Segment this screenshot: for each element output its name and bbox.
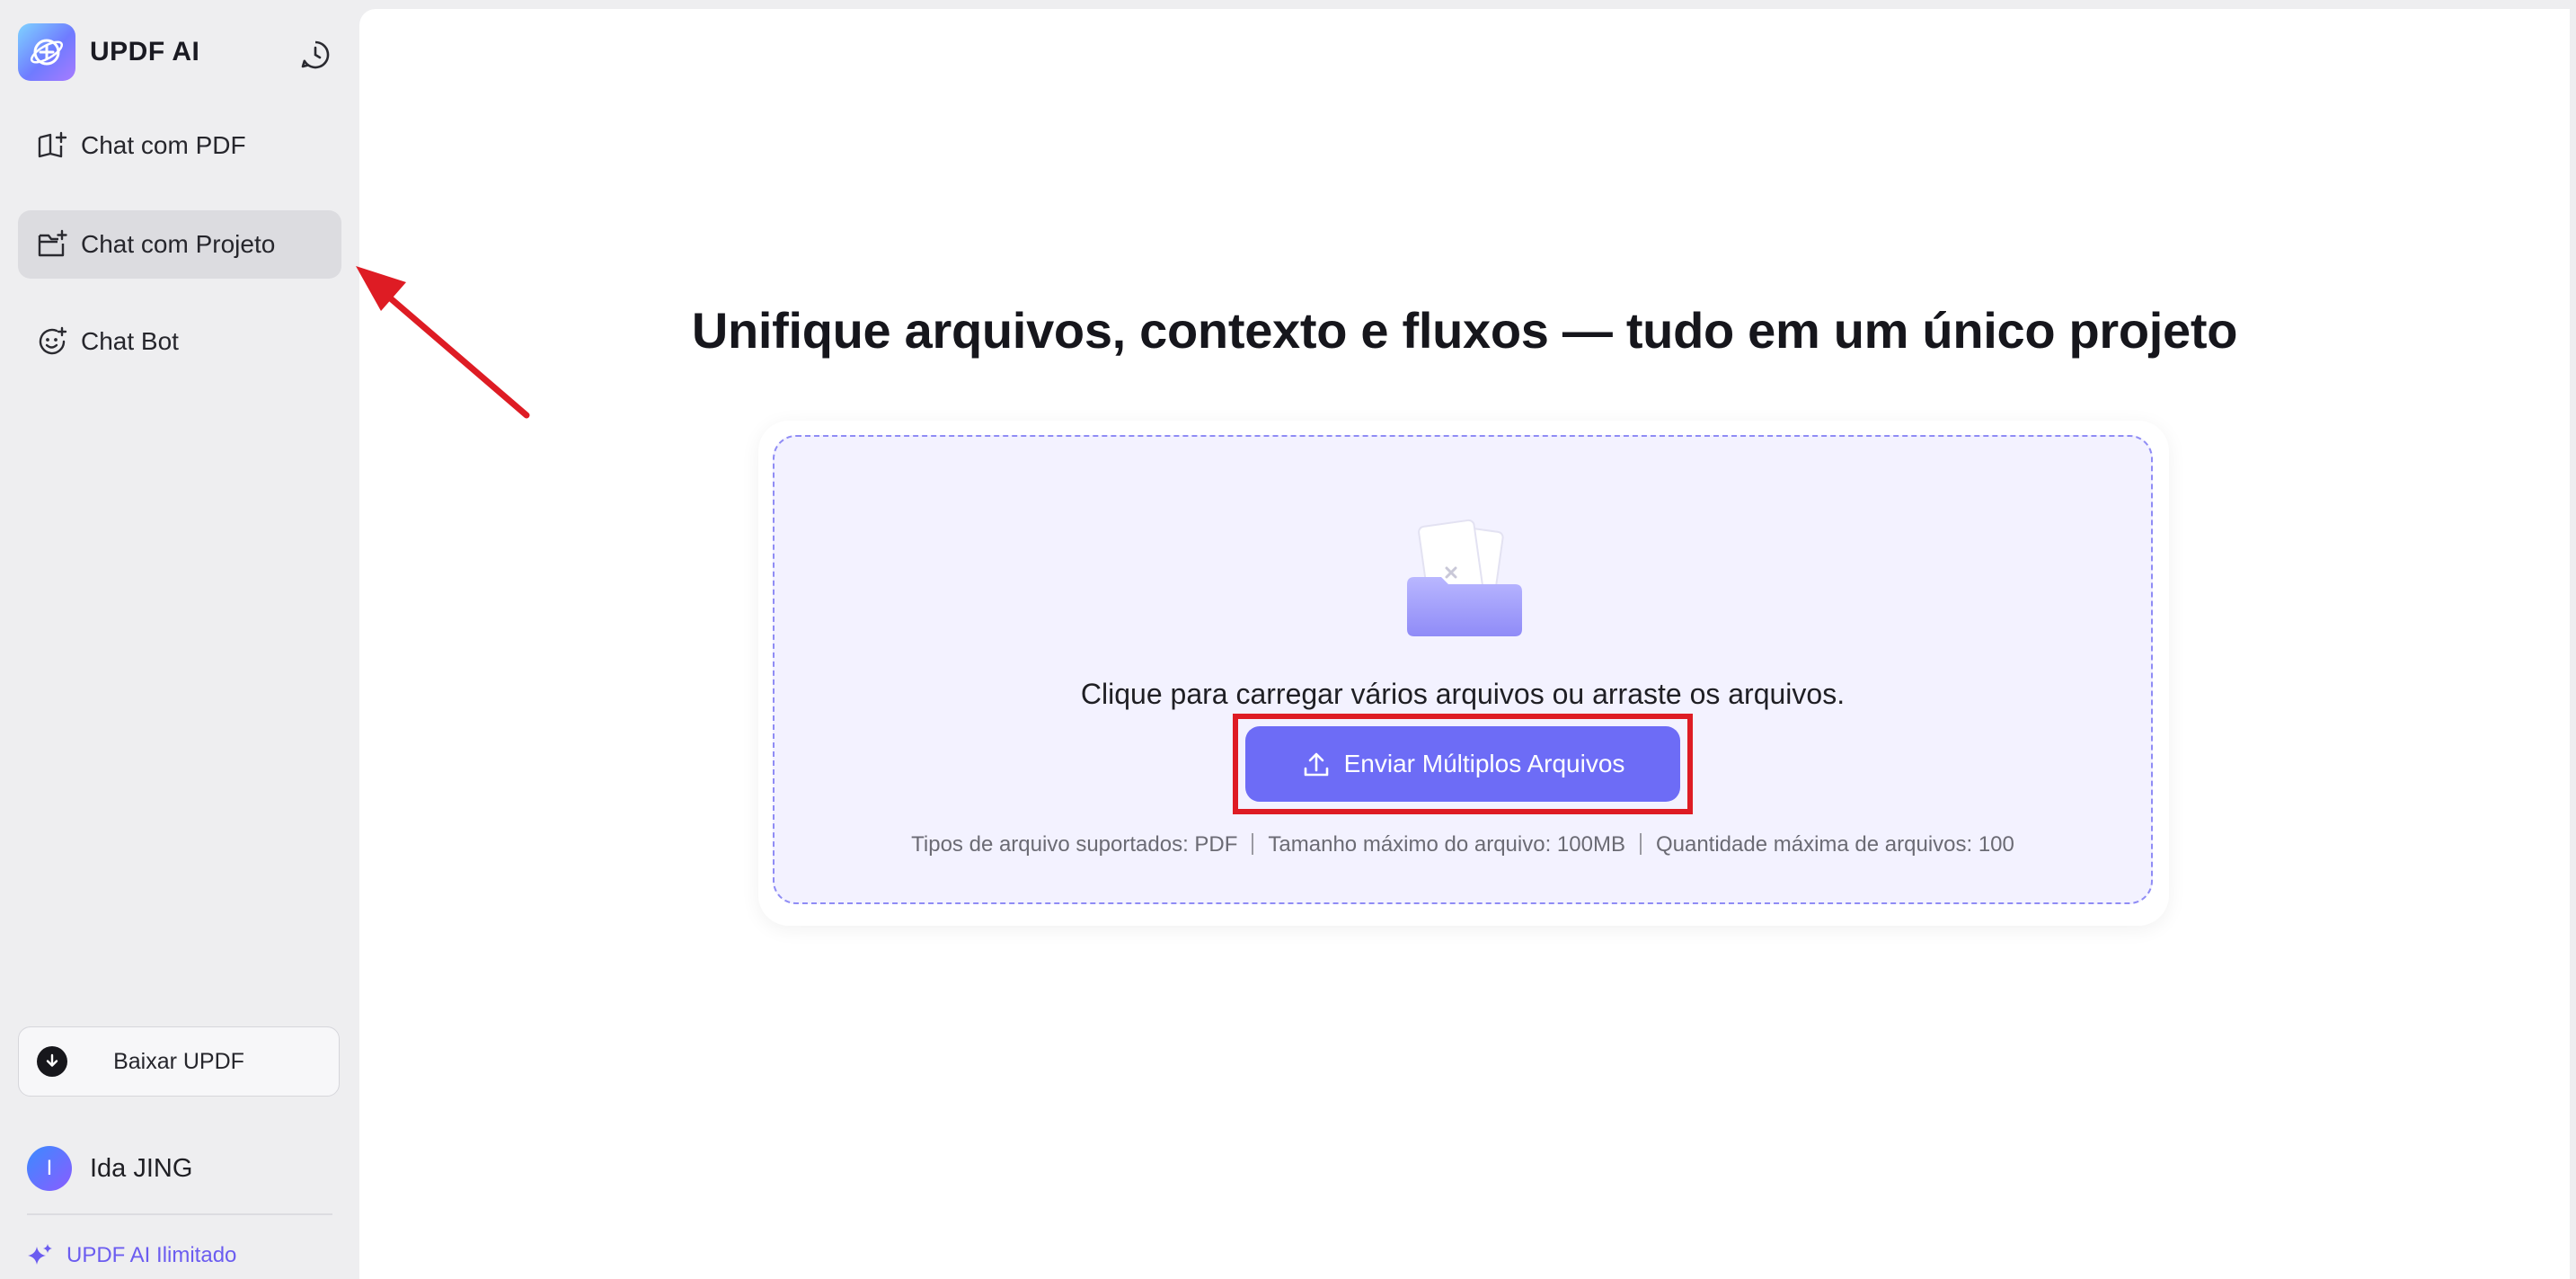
- upload-multiple-files-button[interactable]: Enviar Múltiplos Arquivos: [1245, 726, 1680, 802]
- user-name: Ida JING: [90, 1153, 193, 1183]
- upgrade-label: UPDF AI Ilimitado: [66, 1243, 237, 1267]
- max-file-size: Tamanho máximo do arquivo: 100MB: [1268, 832, 1625, 857]
- download-icon: [37, 1046, 67, 1077]
- folder-files-icon: [1403, 516, 1529, 642]
- brand-name: UPDF AI: [90, 37, 200, 67]
- upgrade-link[interactable]: UPDF AI Ilimitado: [27, 1242, 236, 1269]
- sidebar-item-label: Chat Bot: [81, 327, 179, 355]
- separator: [1252, 833, 1254, 855]
- sparkle-icon: [28, 1244, 52, 1265]
- upload-card: Clique para carregar vários arquivos ou …: [758, 421, 2169, 926]
- main-panel: Unifique arquivos, contexto e fluxos — t…: [359, 9, 2570, 1279]
- chat-history-button[interactable]: [297, 36, 334, 74]
- upload-button-label: Enviar Múltiplos Arquivos: [1343, 750, 1625, 777]
- separator: [1639, 833, 1642, 855]
- sidebar-item-chat-bot[interactable]: Chat Bot: [18, 307, 341, 376]
- page-title: Unifique arquivos, contexto e fluxos — t…: [691, 302, 2238, 359]
- dropzone-instruction: Clique para carregar vários arquivos ou …: [1080, 678, 1846, 710]
- updf-ai-logo-icon: [18, 23, 75, 81]
- brand[interactable]: UPDF AI: [18, 23, 199, 81]
- folder-sparkle-icon: [34, 226, 70, 262]
- avatar: I: [27, 1146, 72, 1191]
- upload-icon: [1304, 752, 1328, 777]
- max-file-count: Quantidade máxima de arquivos: 100: [1655, 832, 2014, 857]
- supported-types: Tipos de arquivo suportados: PDF: [911, 832, 1238, 857]
- chat-history-icon: [301, 40, 330, 69]
- sidebar-item-label: Chat com PDF: [81, 131, 246, 159]
- sidebar-item-chat-project[interactable]: Chat com Projeto: [18, 210, 341, 279]
- download-updf-button[interactable]: Baixar UPDF: [18, 1026, 340, 1097]
- download-label: Baixar UPDF: [113, 1048, 244, 1074]
- sidebar-item-label: Chat com Projeto: [81, 230, 276, 258]
- file-requirements: Tipos de arquivo suportados: PDF Tamanho …: [775, 832, 2151, 857]
- divider: [27, 1213, 332, 1215]
- user-profile[interactable]: I Ida JING: [27, 1145, 192, 1192]
- file-dropzone[interactable]: Clique para carregar vários arquivos ou …: [773, 435, 2153, 904]
- sidebar: UPDF AI Chat com PDF Chat com Projeto Ch…: [0, 0, 358, 1279]
- bot-face-icon: [34, 324, 70, 360]
- book-sparkle-icon: [34, 128, 70, 164]
- sidebar-item-chat-pdf[interactable]: Chat com PDF: [18, 111, 341, 180]
